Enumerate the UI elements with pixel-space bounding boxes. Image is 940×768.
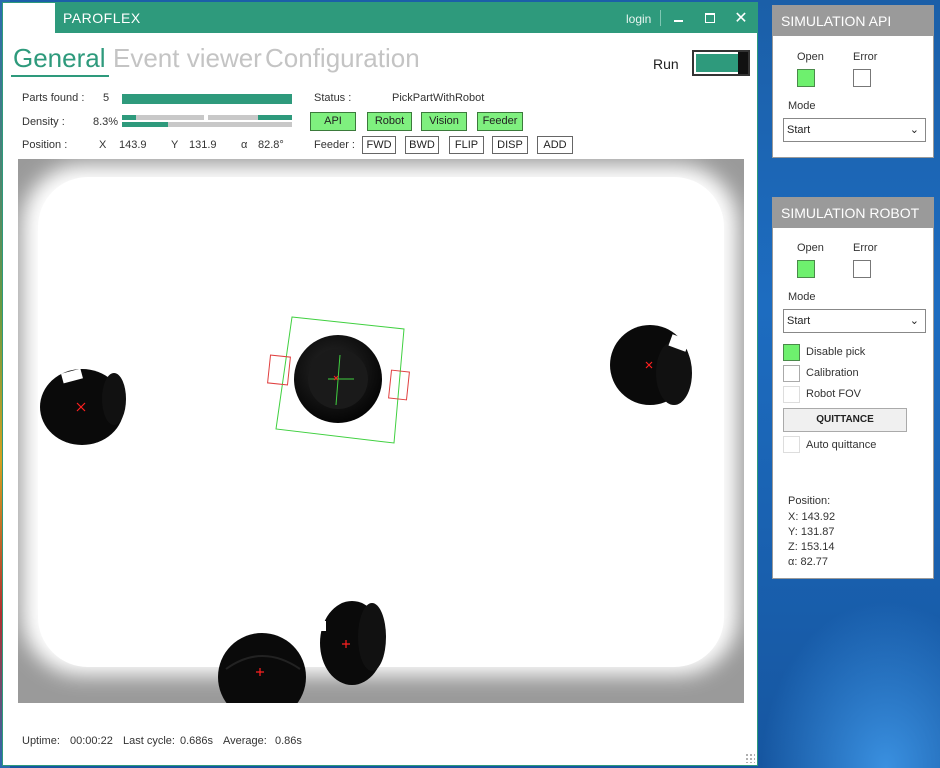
quittance-button[interactable]: QUITTANCE: [783, 408, 907, 432]
auto-quittance-checkbox[interactable]: [783, 436, 800, 453]
window-title: PAROFLEX: [63, 10, 141, 26]
robot-mode-select[interactable]: Start ⌄: [783, 309, 926, 333]
robot-position-z: Z: 153.14: [788, 541, 835, 553]
feeder-disp-button[interactable]: DISP: [492, 136, 528, 154]
desktop-glow: [760, 600, 940, 768]
parts-found-value: 5: [103, 92, 110, 104]
maximize-icon[interactable]: [698, 8, 722, 28]
robot-fov-label: Robot FOV: [806, 388, 862, 400]
position-x-label: X: [99, 139, 107, 151]
robot-open-label: Open: [797, 242, 824, 254]
status-api-indicator[interactable]: API: [310, 112, 356, 131]
run-toggle-knob: [738, 52, 748, 74]
title-bar[interactable]: PAROFLEX login ✕: [3, 3, 757, 33]
position-x-value: 143.9: [119, 139, 147, 151]
tab-general[interactable]: General: [13, 43, 106, 74]
status-vision-indicator[interactable]: Vision: [421, 112, 467, 131]
uptime-label: Uptime:: [22, 735, 60, 747]
robot-error-indicator: [853, 260, 871, 278]
status-robot-indicator[interactable]: Robot: [367, 112, 412, 131]
title-separator: [660, 10, 661, 26]
average-label: Average:: [223, 735, 267, 747]
feeder-add-button[interactable]: ADD: [537, 136, 573, 154]
chevron-down-icon: ⌄: [909, 315, 919, 327]
density-label: Density :: [22, 116, 65, 128]
login-link[interactable]: login: [626, 12, 651, 26]
calibration-label: Calibration: [806, 367, 859, 379]
chevron-down-icon: ⌄: [909, 124, 919, 136]
robot-open-indicator: [797, 260, 815, 278]
api-mode-select[interactable]: Start ⌄: [783, 118, 926, 142]
feeder-fwd-button[interactable]: FWD: [362, 136, 396, 154]
position-y-label: Y: [171, 139, 179, 151]
density-value: 8.3%: [93, 116, 119, 128]
run-toggle[interactable]: [692, 50, 750, 76]
run-label: Run: [653, 56, 679, 72]
resize-grip[interactable]: [745, 753, 755, 763]
last-cycle-value: 0.686s: [180, 735, 214, 747]
uptime-value: 00:00:22: [70, 735, 113, 747]
run-toggle-fill: [696, 54, 738, 72]
density-bar-2-fill: [258, 115, 292, 120]
feeder-label: Feeder :: [314, 139, 355, 151]
api-open-label: Open: [797, 51, 824, 63]
api-mode-value: Start: [787, 124, 811, 136]
close-icon[interactable]: ✕: [729, 8, 753, 28]
calibration-checkbox[interactable]: [783, 365, 800, 382]
tab-configuration[interactable]: Configuration: [265, 43, 420, 74]
simulation-api-panel: SIMULATION API Open Error Mode Start ⌄: [772, 5, 934, 158]
api-error-indicator: [853, 69, 871, 87]
robot-position-alpha: α: 82.77: [788, 556, 828, 568]
robot-mode-value: Start: [787, 315, 811, 327]
parts-found-bar: [122, 94, 292, 104]
position-alpha-label: α: [241, 139, 248, 151]
disable-pick-label: Disable pick: [806, 346, 866, 358]
robot-mode-label: Mode: [788, 291, 816, 303]
camera-image: [18, 159, 744, 703]
camera-view[interactable]: [18, 159, 744, 703]
minimize-icon[interactable]: [667, 8, 691, 28]
simulation-robot-title: SIMULATION ROBOT: [773, 198, 933, 228]
last-cycle-label: Last cycle:: [123, 735, 175, 747]
simulation-api-title: SIMULATION API: [773, 6, 933, 36]
api-error-label: Error: [853, 51, 878, 63]
api-mode-label: Mode: [788, 100, 816, 112]
robot-position-x: X: 143.92: [788, 511, 836, 523]
robot-position-y: Y: 131.87: [788, 526, 835, 538]
main-window: PAROFLEX login ✕ General Event viewer Co…: [2, 2, 758, 766]
app-icon-area: [3, 3, 55, 33]
average-value: 0.86s: [275, 735, 302, 747]
robot-position-title: Position:: [788, 495, 831, 507]
density-bar-1-fill: [122, 115, 136, 120]
density-bar-3-fill: [122, 122, 168, 127]
auto-quittance-label: Auto quittance: [806, 439, 877, 451]
status-feeder-indicator[interactable]: Feeder: [477, 112, 523, 131]
disable-pick-checkbox[interactable]: [783, 344, 800, 361]
position-label: Position :: [22, 139, 68, 151]
simulation-robot-panel: SIMULATION ROBOT Open Error Mode Start ⌄…: [772, 197, 934, 579]
robot-error-label: Error: [853, 242, 878, 254]
feeder-flip-button[interactable]: FLIP: [449, 136, 484, 154]
feeder-bwd-button[interactable]: BWD: [405, 136, 439, 154]
part-right: [610, 325, 692, 405]
tab-active-underline: [11, 75, 109, 77]
robot-fov-checkbox[interactable]: [783, 386, 800, 403]
api-open-indicator: [797, 69, 815, 87]
parts-found-label: Parts found :: [22, 92, 85, 104]
status-label: Status :: [314, 92, 352, 104]
position-y-value: 131.9: [189, 139, 217, 151]
position-alpha-value: 82.8°: [258, 139, 284, 151]
tab-event-viewer[interactable]: Event viewer: [113, 43, 262, 74]
status-value: PickPartWithRobot: [392, 92, 485, 104]
